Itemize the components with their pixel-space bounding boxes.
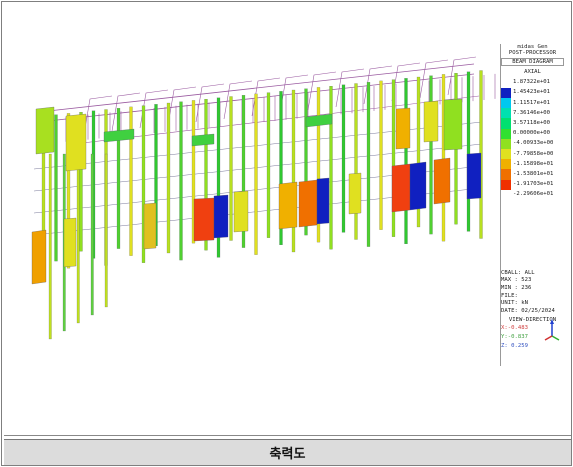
figure-frame: midas Gen POST-PROCESSOR BEAM DIAGRAM AX…	[1, 1, 572, 466]
legend-value: -4.00933e+00	[513, 140, 554, 147]
legend-swatch	[501, 98, 511, 109]
column	[90, 153, 94, 316]
legend-row: -4.00933e+00	[501, 138, 564, 149]
legend-row: 1.87322e+01	[501, 77, 564, 88]
legend-row: -1.53801e+01	[501, 169, 564, 180]
legend-row: 3.57118e+00	[501, 118, 564, 129]
max-text: MAX : 523	[501, 277, 532, 284]
wall-panel	[298, 179, 318, 228]
column	[254, 93, 258, 255]
wall-panel	[348, 172, 362, 215]
column	[466, 71, 471, 232]
column	[291, 89, 296, 253]
diagram-name: BEAM DIAGRAM	[501, 57, 564, 67]
structure-model[interactable]	[4, 4, 564, 434]
column	[54, 114, 58, 262]
column	[429, 75, 433, 235]
component-name: AXIAL	[524, 69, 541, 76]
legend-row: 0.00000e+00	[501, 128, 564, 139]
wall-panel	[316, 177, 330, 225]
legend-swatch	[501, 108, 511, 119]
column	[76, 153, 80, 324]
legend-value: 1.87322e+01	[513, 79, 551, 86]
floor-beam	[33, 121, 483, 170]
info-block: CBALL: ALL MAX : 523 MIN : 236 FILE: UNI…	[501, 270, 564, 316]
wall-panel	[143, 202, 157, 250]
legend-row: -1.91703e+01	[501, 179, 564, 190]
column	[391, 79, 396, 237]
legend-panel: midas Gen POST-PROCESSOR BEAM DIAGRAM AX…	[500, 44, 564, 366]
column	[229, 96, 233, 241]
legend-row: 1.11517e+01	[501, 98, 564, 109]
column	[104, 153, 108, 308]
column	[341, 84, 346, 233]
figure-caption: 축력도	[4, 439, 571, 465]
wall-panel	[443, 98, 463, 151]
column	[116, 108, 121, 249]
legend-swatch	[501, 128, 511, 139]
wall-panel	[213, 194, 229, 239]
column	[166, 102, 171, 254]
legend-value: -1.15898e+01	[513, 160, 554, 167]
wall-panel	[65, 113, 87, 172]
wall-panel	[278, 181, 298, 230]
legend-swatch	[501, 179, 511, 190]
legend-swatch	[501, 159, 511, 170]
legend-swatch	[501, 138, 511, 149]
column	[48, 153, 52, 340]
wall-panel	[395, 107, 411, 150]
legend-row: -1.15898e+01	[501, 159, 564, 170]
wall-panel	[423, 100, 439, 143]
axis-triad-icon	[544, 319, 560, 341]
wall-panel	[63, 217, 77, 268]
legend-value: 3.57118e+00	[513, 119, 551, 126]
min-text: MIN : 236	[501, 285, 532, 292]
column	[441, 74, 446, 242]
legend-swatch	[501, 118, 511, 129]
legend-row: -2.29606e+01	[501, 189, 564, 200]
wall-panel	[31, 229, 47, 285]
wall-panel	[35, 106, 55, 155]
legend-swatch	[501, 169, 511, 180]
column	[354, 83, 358, 240]
column	[366, 82, 371, 247]
wall-panel	[433, 157, 451, 205]
legend-value: 1.45423e+01	[513, 89, 551, 96]
legend-value: -7.79858e+00	[513, 150, 554, 157]
legend-row: -7.79858e+00	[501, 148, 564, 160]
model-viewport[interactable]: midas Gen POST-PROCESSOR BEAM DIAGRAM AX…	[4, 4, 571, 436]
legend-swatch	[501, 77, 511, 88]
legend-swatch	[501, 148, 511, 160]
legend-value: -1.53801e+01	[513, 170, 554, 177]
column	[404, 78, 408, 245]
wall-panel	[409, 161, 427, 211]
column	[329, 85, 333, 250]
wall-panel	[193, 197, 215, 242]
cball-text: CBALL: ALL	[501, 269, 535, 276]
wall-panel	[466, 152, 482, 200]
color-legend: 1.87322e+01 1.45423e+01 1.11517e+01 7.36146…	[501, 77, 564, 200]
legend-row: 7.36146e+00	[501, 108, 564, 119]
legend-swatch	[501, 87, 511, 98]
mode-name: POST-PROCESSOR	[508, 50, 557, 57]
legend-value: 0.00000e+00	[513, 130, 551, 137]
legend-row: 1.45423e+01	[501, 87, 564, 98]
wall-panel	[391, 163, 411, 213]
legend-value: 1.11517e+01	[513, 99, 551, 106]
date-text: DATE: 02/25/2024	[501, 307, 555, 314]
column	[266, 92, 271, 238]
wall-panel	[233, 190, 249, 233]
legend-value: 7.36146e+00	[513, 109, 551, 116]
column	[379, 80, 383, 230]
file-text: FILE:	[501, 292, 518, 299]
wall-panel	[191, 133, 215, 147]
unit-text: UNIT: kN	[501, 300, 528, 307]
legend-value: -1.91703e+01	[513, 181, 554, 188]
column	[179, 101, 183, 261]
legend-value: -2.29606e+01	[513, 191, 554, 198]
legend-swatch	[501, 189, 511, 200]
